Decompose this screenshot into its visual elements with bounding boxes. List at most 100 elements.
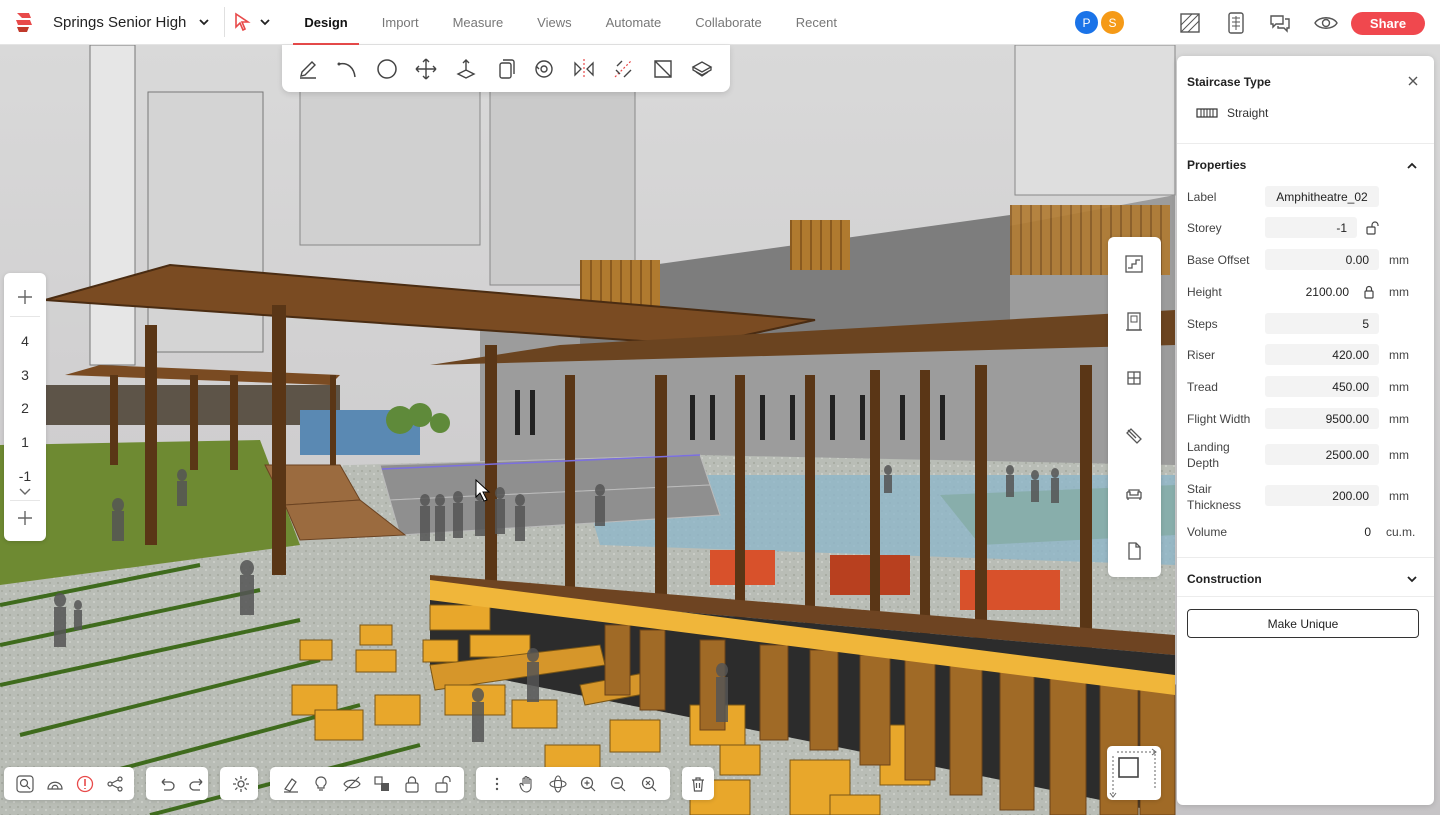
- storey-level-2[interactable]: 2: [4, 400, 46, 416]
- mirror-icon[interactable]: [572, 57, 595, 81]
- add-storey-above-icon[interactable]: [17, 289, 33, 305]
- project-name[interactable]: Springs Senior High: [53, 14, 186, 31]
- orbit-icon[interactable]: [549, 774, 567, 794]
- object-library-bar: [1108, 237, 1161, 577]
- paint-roller-icon[interactable]: [1124, 426, 1144, 446]
- tab-automate[interactable]: Automate: [595, 0, 673, 45]
- storey-level-1[interactable]: 1: [4, 434, 46, 450]
- spreadsheet-icon[interactable]: [1224, 11, 1248, 35]
- zoom-in-icon[interactable]: [579, 774, 597, 794]
- face-icon[interactable]: [651, 57, 674, 81]
- share-button[interactable]: Share: [1351, 12, 1425, 35]
- tread-unit: mm: [1389, 380, 1409, 394]
- circle-icon[interactable]: [375, 57, 398, 81]
- prop-steps-label: Steps: [1187, 317, 1218, 331]
- align-icon[interactable]: [612, 57, 635, 81]
- riser-unit: mm: [1389, 348, 1409, 362]
- steps-input[interactable]: 5: [1265, 313, 1379, 334]
- zoom-out-icon[interactable]: [609, 774, 627, 794]
- flight-width-input[interactable]: 9500.00: [1265, 408, 1379, 429]
- tread-input[interactable]: 450.00: [1265, 376, 1379, 397]
- storey-level-minus-1[interactable]: -1: [4, 468, 46, 484]
- storey-input[interactable]: -1: [1265, 217, 1357, 238]
- copy-icon[interactable]: [493, 57, 516, 81]
- construction-section-title[interactable]: Construction: [1187, 572, 1262, 586]
- zoom-extents-icon[interactable]: [640, 774, 658, 794]
- info-alert-icon[interactable]: [76, 774, 94, 794]
- header-divider: [224, 7, 226, 37]
- storey-divider: [10, 316, 40, 317]
- tab-measure[interactable]: Measure: [442, 0, 515, 45]
- make-unique-button[interactable]: Make Unique: [1187, 609, 1419, 638]
- share-nodes-icon[interactable]: [106, 774, 124, 794]
- comments-icon[interactable]: [1268, 11, 1292, 35]
- base-offset-input[interactable]: 0.00: [1265, 249, 1379, 270]
- rotate-icon[interactable]: [533, 57, 556, 81]
- document-icon[interactable]: [1124, 541, 1144, 561]
- light-bulb-icon[interactable]: [312, 774, 330, 794]
- construction-chevron-down-icon[interactable]: [1406, 573, 1418, 585]
- select-tool-chevron-down-icon[interactable]: [259, 16, 271, 28]
- preview-eye-icon[interactable]: [1314, 11, 1338, 35]
- properties-chevron-up-icon[interactable]: [1406, 160, 1418, 172]
- search-view-icon[interactable]: [16, 774, 34, 794]
- landing-depth-input[interactable]: 2500.00: [1265, 444, 1379, 465]
- stair-thickness-unit: mm: [1389, 489, 1409, 503]
- select-cursor-icon[interactable]: [233, 12, 253, 32]
- pencil-icon[interactable]: [296, 57, 319, 81]
- staircase-icon[interactable]: [1124, 254, 1144, 274]
- avatar-s[interactable]: S: [1099, 9, 1126, 36]
- height-lock-icon[interactable]: [1362, 285, 1376, 299]
- collaborator-avatars: P S: [1073, 9, 1126, 36]
- storey-unlock-icon[interactable]: [1366, 221, 1380, 235]
- lock-icon[interactable]: [403, 774, 421, 794]
- tab-recent[interactable]: Recent: [785, 0, 848, 45]
- avatar-p[interactable]: P: [1073, 9, 1100, 36]
- tab-views[interactable]: Views: [526, 0, 582, 45]
- prop-base-offset-label: Base Offset: [1187, 253, 1250, 267]
- stair-thickness-input[interactable]: 200.00: [1265, 485, 1379, 506]
- volume-value: 0: [1364, 524, 1371, 539]
- settings-gear-icon[interactable]: [232, 774, 250, 794]
- tab-import[interactable]: Import: [371, 0, 430, 45]
- scroll-storeys-chevron-down-icon[interactable]: [17, 486, 33, 498]
- plan-view-icon[interactable]: [1178, 11, 1202, 35]
- tab-collaborate[interactable]: Collaborate: [684, 0, 773, 45]
- properties-section-title[interactable]: Properties: [1187, 158, 1246, 172]
- design-toolbar: [282, 45, 730, 92]
- prop-height-label: Height: [1187, 285, 1222, 299]
- app-logo-icon[interactable]: [13, 11, 35, 33]
- move-icon[interactable]: [414, 57, 437, 81]
- height-unit: mm: [1389, 285, 1409, 299]
- storey-level-4[interactable]: 4: [4, 333, 46, 349]
- undo-icon[interactable]: [158, 774, 176, 794]
- project-chevron-down-icon[interactable]: [198, 16, 210, 28]
- paint-bucket-icon[interactable]: [691, 57, 714, 81]
- view-cube-icon: [1109, 748, 1157, 798]
- label-input[interactable]: Amphitheatre_02: [1265, 186, 1379, 207]
- dome-icon[interactable]: [46, 774, 64, 794]
- properties-panel: Staircase Type Straight Properties Label…: [1177, 56, 1434, 805]
- unlock-icon[interactable]: [434, 774, 452, 794]
- close-icon[interactable]: [1407, 75, 1419, 87]
- arc-icon[interactable]: [335, 57, 358, 81]
- hide-icon[interactable]: [343, 774, 361, 794]
- window-icon[interactable]: [1124, 368, 1144, 388]
- trash-icon[interactable]: [688, 774, 708, 794]
- stair-type-value[interactable]: Straight: [1227, 106, 1268, 120]
- push-pull-icon[interactable]: [454, 57, 477, 81]
- eraser-icon[interactable]: [282, 774, 300, 794]
- more-icon[interactable]: [488, 774, 506, 794]
- furniture-sofa-icon[interactable]: [1124, 483, 1144, 503]
- riser-input[interactable]: 420.00: [1265, 344, 1379, 365]
- redo-icon[interactable]: [188, 774, 206, 794]
- view-cube[interactable]: [1107, 746, 1161, 800]
- panel-divider: [1177, 557, 1434, 558]
- add-storey-below-icon[interactable]: [17, 510, 33, 526]
- storey-level-3[interactable]: 3: [4, 367, 46, 383]
- landing-depth-unit: mm: [1389, 448, 1409, 462]
- pan-hand-icon[interactable]: [518, 774, 536, 794]
- tab-design[interactable]: Design: [293, 0, 360, 45]
- layers-icon[interactable]: [373, 774, 391, 794]
- door-icon[interactable]: [1124, 311, 1144, 331]
